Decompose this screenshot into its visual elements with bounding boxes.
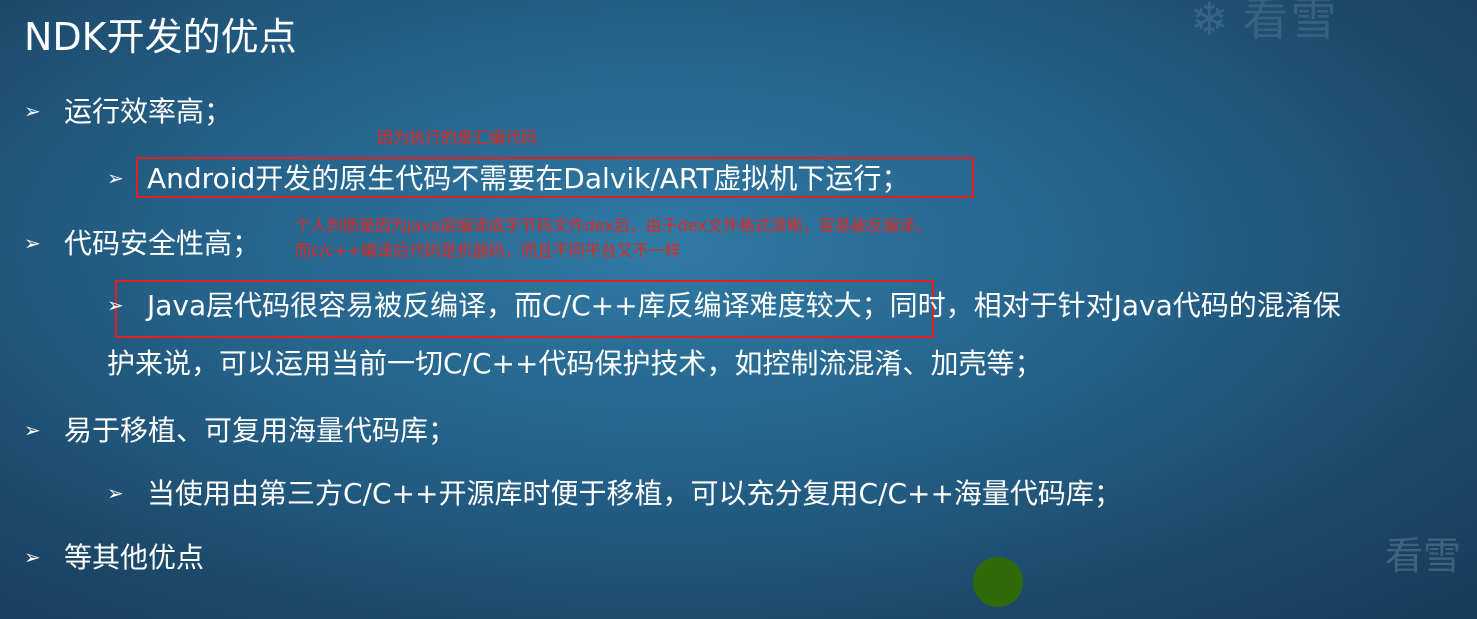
bullet-2-sub-text-line2: 护来说，可以运用当前一切C/C++代码保护技术，如控制流混淆、加壳等；: [107, 347, 1043, 380]
snowflake-icon: ❄: [1190, 0, 1229, 46]
annotation-2-line2: 而c/c++编译后代码是机器码，而且不同平台又不一样: [295, 241, 681, 260]
watermark-top: ❄ 看雪: [1190, 0, 1430, 44]
bullet-4: ➢ 等其他优点: [24, 541, 204, 575]
slide-title: NDK开发的优点: [24, 15, 297, 59]
annotation-2-line1: 个人判断是因为java层编译成字节码文件dex后，由于dex文件格式清晰，容易被…: [295, 216, 931, 235]
bullet-4-text: 等其他优点: [64, 541, 205, 574]
bullet-2: ➢ 代码安全性高；: [24, 227, 260, 261]
bullet-1-sub: ➢ Android开发的原生代码不需要在Dalvik/ART虚拟机下运行；: [107, 162, 909, 196]
bullet-3-sub: ➢ 当使用由第三方C/C++开源库时便于移植，可以充分复用C/C++海量代码库；: [107, 477, 1122, 511]
bullet-arrow-icon: ➢: [24, 418, 41, 442]
watermark-bottom: 看雪: [1385, 534, 1462, 578]
sub-bullet-arrow-icon: ➢: [107, 166, 124, 190]
watermark-top-text: 看雪: [1242, 0, 1339, 46]
bullet-1-text: 运行效率高；: [64, 95, 233, 128]
bullet-1: ➢ 运行效率高；: [24, 95, 232, 129]
bullet-arrow-icon: ➢: [24, 545, 41, 569]
bullet-3-sub-text: 当使用由第三方C/C++开源库时便于移植，可以充分复用C/C++海量代码库；: [147, 477, 1122, 510]
sub-bullet-arrow-icon: ➢: [107, 293, 124, 317]
bullet-2-text: 代码安全性高；: [64, 227, 261, 260]
annotation-1: 因为执行的是汇编代码: [377, 128, 538, 147]
bullet-3-text: 易于移植、可复用海量代码库；: [64, 414, 457, 447]
bullet-2-sub-text-line1: Java层代码很容易被反编译，而C/C++库反编译难度较大；同时，相对于针对Ja…: [147, 289, 1341, 322]
bullet-1-sub-text: Android开发的原生代码不需要在Dalvik/ART虚拟机下运行；: [147, 162, 910, 195]
bullet-3: ➢ 易于移植、可复用海量代码库；: [24, 414, 456, 448]
cursor-dot: [973, 557, 1023, 607]
bullet-2-sub: ➢ Java层代码很容易被反编译，而C/C++库反编译难度较大；同时，相对于针对J…: [107, 289, 1341, 323]
bullet-arrow-icon: ➢: [24, 99, 41, 123]
bullet-arrow-icon: ➢: [24, 231, 41, 255]
sub-bullet-arrow-icon: ➢: [107, 481, 124, 505]
